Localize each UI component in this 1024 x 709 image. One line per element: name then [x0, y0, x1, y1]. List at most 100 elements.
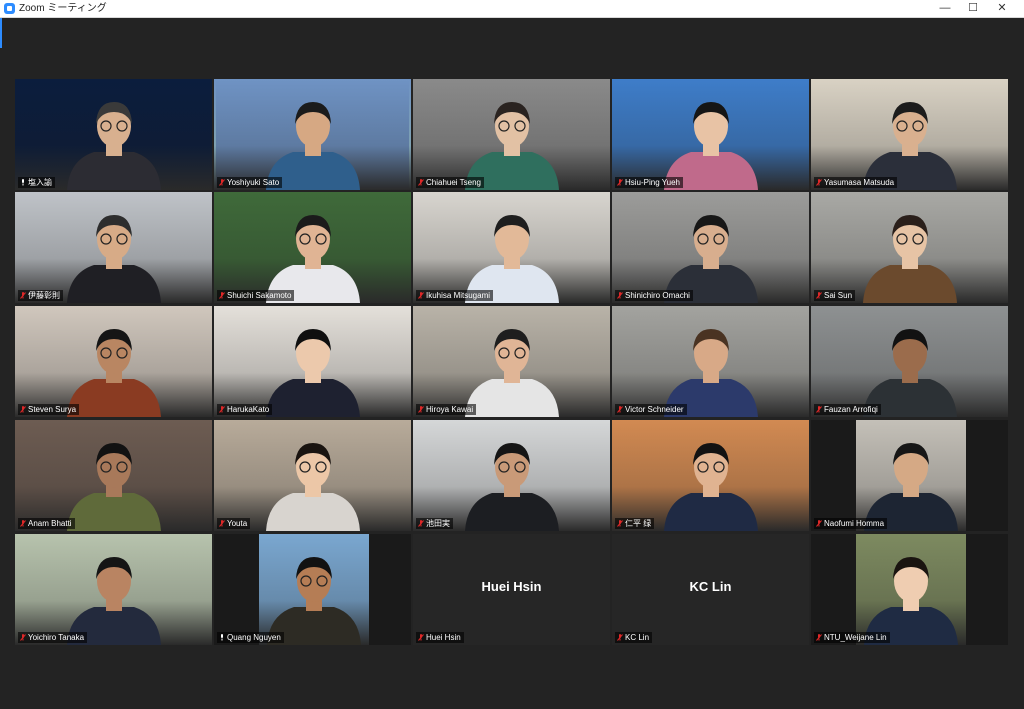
participant-silhouette — [265, 215, 360, 303]
participant-video — [214, 79, 411, 190]
participant-tile[interactable]: Shuichi Sakamoto — [214, 192, 411, 303]
muted-microphone-icon — [418, 179, 424, 186]
muted-microphone-icon — [816, 179, 822, 186]
participant-nameplate: Youta — [217, 518, 251, 529]
participant-silhouette — [864, 443, 958, 531]
participant-silhouette — [66, 329, 161, 417]
participant-nameplate: Sai Sun — [814, 290, 856, 301]
participant-video — [413, 420, 610, 531]
participant-nameplate: KC Lin — [615, 632, 653, 643]
participant-video — [15, 192, 212, 303]
minimize-button[interactable]: — — [932, 0, 958, 17]
participant-nameplate: Shinichiro Omachi — [615, 290, 693, 301]
participant-name: Sai Sun — [824, 291, 853, 300]
participant-name: Shinichiro Omachi — [625, 291, 690, 300]
participant-video — [259, 534, 369, 645]
participant-tile[interactable]: NTU_Weijane Lin — [811, 534, 1008, 645]
participant-display-name: Huei Hsin — [481, 579, 542, 594]
muted-microphone-icon — [219, 292, 225, 299]
participant-tile[interactable]: Sai Sun — [811, 192, 1008, 303]
participant-video — [413, 192, 610, 303]
participant-silhouette — [66, 443, 161, 531]
participant-name: 伊藤彰則 — [28, 291, 60, 300]
participant-tile[interactable]: Ikuhisa Mitsugami — [413, 192, 610, 303]
close-button[interactable]: ✕ — [989, 0, 1015, 17]
participant-tile[interactable]: Youta — [214, 420, 411, 531]
participant-name: Chiahuei Tseng — [426, 178, 482, 187]
participant-tile[interactable]: KC Lin KC Lin — [612, 534, 809, 645]
participant-nameplate: Yoshiyuki Sato — [217, 177, 283, 188]
participant-silhouette — [663, 102, 758, 190]
participant-tile[interactable]: Quang Nguyen — [214, 534, 411, 645]
participant-tile[interactable]: Steven Surya — [15, 306, 212, 417]
participant-video — [811, 79, 1008, 190]
muted-microphone-icon — [418, 520, 424, 527]
participant-tile[interactable]: 池田実 — [413, 420, 610, 531]
participant-tile[interactable]: Hsiu-Ping Yueh — [612, 79, 809, 190]
participant-video — [413, 306, 610, 417]
participant-tile[interactable]: Fauzan Arrofiqi — [811, 306, 1008, 417]
participant-video — [413, 79, 610, 190]
participant-nameplate: Hiroya Kawai — [416, 404, 477, 415]
participant-name: KC Lin — [625, 633, 650, 642]
participant-silhouette — [663, 443, 758, 531]
participant-video — [612, 420, 809, 531]
maximize-button[interactable]: ☐ — [960, 0, 986, 17]
participant-tile[interactable]: Yoshiyuki Sato — [214, 79, 411, 190]
participant-nameplate: Yoichiro Tanaka — [18, 632, 88, 643]
participant-silhouette — [265, 443, 360, 531]
participant-name: Yasumasa Matsuda — [824, 178, 895, 187]
muted-microphone-icon — [617, 520, 623, 527]
participant-nameplate: Shuichi Sakamoto — [217, 290, 295, 301]
participant-tile[interactable]: Hiroya Kawai — [413, 306, 610, 417]
participant-nameplate: Steven Surya — [18, 404, 80, 415]
muted-microphone-icon — [816, 406, 822, 413]
participant-nameplate: 仁平 绿 — [615, 518, 655, 529]
microphone-icon — [22, 179, 24, 186]
participant-nameplate: HarukaKato — [217, 404, 273, 415]
participant-name: Youta — [227, 519, 248, 528]
participant-silhouette — [66, 557, 161, 645]
participant-nameplate: 池田実 — [416, 518, 453, 529]
participant-name: HarukaKato — [227, 405, 270, 414]
participant-nameplate: Hsiu-Ping Yueh — [615, 177, 683, 188]
participant-video — [15, 306, 212, 417]
participant-nameplate: NTU_Weijane Lin — [814, 632, 890, 643]
muted-microphone-icon — [617, 406, 623, 413]
participant-tile[interactable]: Anam Bhatti — [15, 420, 212, 531]
participant-tile[interactable]: HarukaKato — [214, 306, 411, 417]
participant-name: Quang Nguyen — [227, 633, 281, 642]
participant-name: NTU_Weijane Lin — [824, 633, 887, 642]
muted-microphone-icon — [418, 406, 424, 413]
participant-name: Anam Bhatti — [28, 519, 72, 528]
participant-video — [612, 79, 809, 190]
participant-silhouette — [464, 102, 559, 190]
participant-tile[interactable]: Naofumi Homma — [811, 420, 1008, 531]
participant-tile[interactable]: Shinichiro Omachi — [612, 192, 809, 303]
participant-nameplate: Yasumasa Matsuda — [814, 177, 898, 188]
muted-microphone-icon — [816, 292, 822, 299]
participant-tile[interactable]: Yasumasa Matsuda — [811, 79, 1008, 190]
muted-microphone-icon — [219, 520, 225, 527]
participant-silhouette — [464, 443, 559, 531]
participant-silhouette — [864, 557, 958, 645]
participant-tile[interactable]: 塩入諭 — [15, 79, 212, 190]
participant-tile[interactable]: Victor Schneider — [612, 306, 809, 417]
muted-microphone-icon — [816, 520, 822, 527]
participant-tile[interactable]: Yoichiro Tanaka — [15, 534, 212, 645]
participant-video — [214, 192, 411, 303]
participant-name: Hsiu-Ping Yueh — [625, 178, 680, 187]
participant-video — [15, 534, 212, 645]
participant-silhouette — [66, 102, 161, 190]
participant-name: Yoichiro Tanaka — [28, 633, 85, 642]
participant-tile[interactable]: Huei Hsin Huei Hsin — [413, 534, 610, 645]
participant-video — [214, 420, 411, 531]
window-titlebar: Zoom ミーティング — ☐ ✕ — [0, 0, 1024, 18]
participant-tile[interactable]: 伊藤彰則 — [15, 192, 212, 303]
muted-microphone-icon — [20, 406, 26, 413]
participant-nameplate: Victor Schneider — [615, 404, 687, 415]
participant-silhouette — [265, 329, 360, 417]
participant-nameplate: 伊藤彰則 — [18, 290, 63, 301]
participant-tile[interactable]: Chiahuei Tseng — [413, 79, 610, 190]
participant-tile[interactable]: 仁平 绿 — [612, 420, 809, 531]
